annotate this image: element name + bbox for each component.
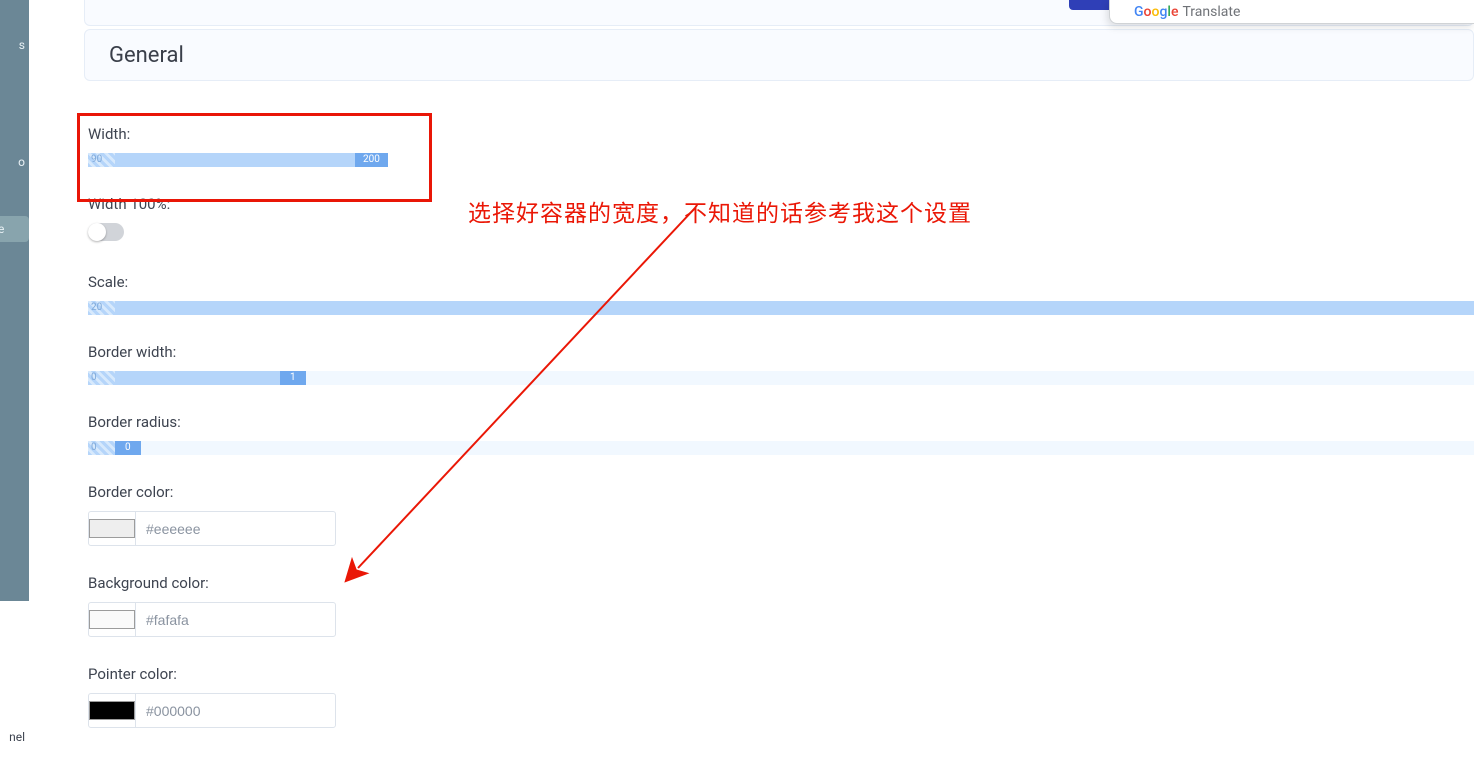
sidebar-item[interactable]: s: [19, 38, 25, 52]
borderc-label: Border color:: [88, 483, 1474, 501]
borderr-slider[interactable]: 0 0: [88, 441, 1474, 455]
width-label: Width:: [88, 125, 1474, 143]
bgc-hex-input[interactable]: [136, 603, 336, 636]
bgc-label: Background color:: [88, 574, 1474, 592]
translate-label: Translate: [1182, 4, 1240, 20]
field-width: Width: 90 200: [88, 113, 1474, 167]
field-background-color: Background color:: [88, 574, 1474, 637]
field-pointer-color: Pointer color:: [88, 665, 1474, 728]
section-header-general[interactable]: General: [84, 29, 1474, 81]
bgc-swatch-button[interactable]: [89, 603, 136, 636]
slider-track: [88, 301, 1474, 315]
pointerc-hex-input[interactable]: [136, 694, 336, 727]
google-logo: Google: [1134, 4, 1178, 20]
borderw-slider[interactable]: 0 1: [88, 371, 1474, 385]
scale-label: Scale:: [88, 273, 1474, 291]
bgc-input: [88, 602, 336, 637]
borderc-swatch-button[interactable]: [89, 512, 136, 545]
borderc-hex-input[interactable]: [136, 512, 336, 545]
slider-fill: [88, 153, 355, 167]
main-panel: General Width: 90 200 Width 100%: Scale:: [29, 0, 1474, 779]
slider-min: 90: [91, 153, 102, 167]
sidebar: s o e nel nel: [0, 0, 29, 779]
borderr-label: Border radius:: [88, 413, 1474, 431]
sidebar-item[interactable]: o: [18, 155, 25, 169]
field-border-width: Border width: 0 1: [88, 343, 1474, 385]
field-border-radius: Border radius: 0 0: [88, 413, 1474, 455]
slider-min: 20: [91, 301, 102, 315]
slider-min: 0: [91, 371, 97, 385]
color-swatch: [89, 519, 135, 538]
slider-thumb[interactable]: 0: [115, 441, 141, 455]
width100-toggle[interactable]: [88, 223, 124, 241]
pointerc-swatch-button[interactable]: [89, 694, 136, 727]
sidebar-item-active[interactable]: e: [0, 216, 29, 242]
field-border-color: Border color:: [88, 483, 1474, 546]
color-swatch: [89, 701, 135, 720]
color-swatch: [89, 610, 135, 629]
section-title: General: [109, 43, 184, 68]
slider-min: 0: [91, 441, 97, 455]
annotation-text: 选择好容器的宽度，不知道的话参考我这个设置: [468, 194, 972, 228]
width-slider[interactable]: 90 200: [88, 153, 383, 167]
scale-slider[interactable]: 20: [88, 301, 1474, 315]
pointerc-input: [88, 693, 336, 728]
sidebar-item[interactable]: nel: [9, 730, 25, 744]
slider-thumb[interactable]: 200: [355, 153, 388, 167]
slider-track: [88, 441, 1474, 455]
google-translate-popup[interactable]: Google Translate: [1109, 0, 1474, 24]
borderw-label: Border width:: [88, 343, 1474, 361]
pointerc-label: Pointer color:: [88, 665, 1474, 683]
slider-thumb[interactable]: 1: [280, 371, 306, 385]
toggle-knob: [88, 223, 106, 241]
field-scale: Scale: 20: [88, 273, 1474, 315]
slider-fill: [88, 371, 280, 385]
borderc-input: [88, 511, 336, 546]
